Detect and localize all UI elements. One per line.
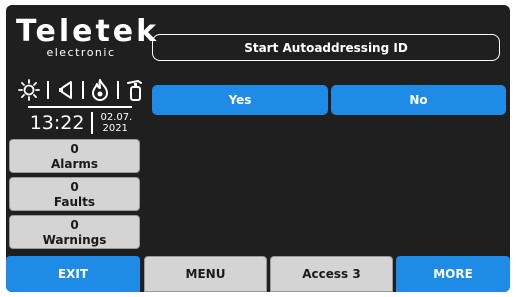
- teletek-logo: Teletek electronic: [16, 14, 160, 59]
- status-divider: [28, 106, 132, 108]
- exit-button-label: EXIT: [57, 267, 89, 281]
- fire-icon: [91, 79, 109, 101]
- more-button[interactable]: MORE: [396, 256, 510, 292]
- clock-date-day-month: 02.07.: [100, 112, 133, 123]
- menu-button[interactable]: MENU: [144, 256, 267, 292]
- logo-brand: Teletek: [16, 14, 160, 49]
- no-button-label: No: [409, 93, 428, 107]
- access-level-label: Access 3: [302, 267, 361, 281]
- alarms-label: Alarms: [50, 157, 99, 171]
- alarms-counter-button[interactable]: 0 Alarms: [9, 139, 140, 173]
- warnings-label: Warnings: [42, 233, 107, 247]
- warnings-count: 0: [70, 218, 79, 232]
- dialog-title-text: Start Autoaddressing ID: [244, 40, 408, 55]
- clock-separator: [91, 112, 94, 134]
- exit-button[interactable]: EXIT: [6, 256, 140, 292]
- clock-time: 13:22: [29, 112, 85, 134]
- menu-button-label: MENU: [185, 267, 226, 281]
- yes-button[interactable]: Yes: [152, 85, 328, 115]
- more-button-label: MORE: [433, 267, 473, 281]
- status-icons-row: [18, 77, 144, 103]
- faults-counter-button[interactable]: 0 Faults: [9, 177, 140, 211]
- alarms-count: 0: [70, 142, 79, 156]
- icon-separator: [81, 81, 84, 99]
- clock-display: 13:22 02.07. 2021: [18, 109, 144, 137]
- icon-separator: [47, 81, 50, 99]
- faults-count: 0: [70, 180, 79, 194]
- clock-date: 02.07. 2021: [100, 112, 132, 134]
- yes-button-label: Yes: [228, 93, 252, 107]
- speaker-icon: [57, 80, 75, 100]
- access-level-button[interactable]: Access 3: [270, 256, 393, 292]
- no-button[interactable]: No: [331, 85, 506, 115]
- icon-separator: [116, 81, 119, 99]
- extinguisher-icon: [126, 79, 144, 101]
- sun-icon: [18, 79, 40, 101]
- warnings-counter-button[interactable]: 0 Warnings: [9, 215, 140, 249]
- panel-screen: Teletek electronic 13:22 02.07. 2021 0 A…: [6, 5, 510, 292]
- dialog-title: Start Autoaddressing ID: [152, 34, 500, 61]
- faults-label: Faults: [53, 195, 96, 209]
- clock-date-year: 2021: [102, 123, 128, 134]
